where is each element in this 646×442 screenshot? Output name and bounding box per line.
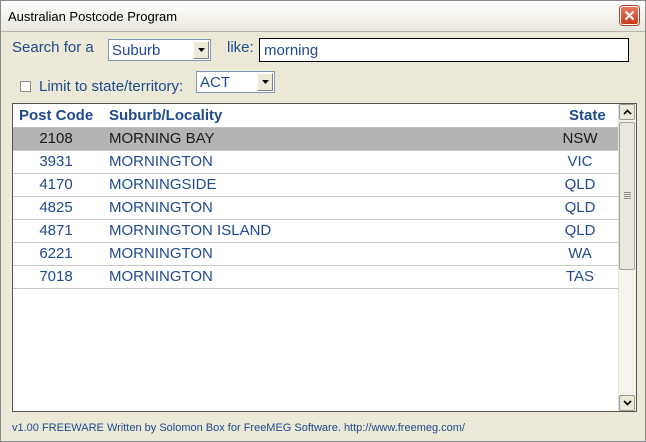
list-header: Post Code Suburb/Locality State	[13, 104, 619, 128]
cell-state: QLD	[564, 176, 596, 193]
cell-suburb: MORNINGTON ISLAND	[109, 222, 272, 239]
table-row[interactable]: 4871 MORNINGTON ISLAND QLD	[13, 220, 619, 243]
cell-suburb: MORNINGTON	[109, 153, 213, 170]
table-row[interactable]: 4825 MORNINGTON QLD	[13, 197, 619, 220]
cell-state: TAS	[565, 268, 595, 285]
state-dropdown-button[interactable]	[257, 73, 273, 91]
cell-state: WA	[568, 245, 592, 262]
search-field-dropdown-button[interactable]	[193, 41, 209, 59]
cell-suburb: MORNINGSIDE	[109, 176, 217, 193]
state-select-value: ACT	[200, 74, 230, 91]
list-scrollbar[interactable]	[618, 104, 636, 411]
like-label: like:	[227, 39, 254, 56]
search-input[interactable]	[259, 38, 629, 62]
cell-post-code: 4170	[39, 176, 73, 193]
limit-state-checkbox[interactable]	[20, 81, 31, 92]
cell-suburb: MORNINGTON	[109, 245, 213, 262]
cell-post-code: 6221	[39, 245, 73, 262]
cell-suburb: MORNINGTON	[109, 268, 213, 285]
footer-credits: v1.00 FREEWARE Written by Solomon Box fo…	[12, 422, 465, 434]
title-bar[interactable]: Australian Postcode Program	[1, 1, 645, 32]
arrow-up-icon	[623, 109, 632, 115]
header-state[interactable]: State	[569, 107, 606, 124]
scroll-up-button[interactable]	[619, 104, 635, 120]
cell-post-code: 2108	[39, 130, 73, 147]
scroll-down-button[interactable]	[619, 395, 635, 411]
limit-state-label: Limit to state/territory:	[39, 78, 184, 95]
cell-post-code: 7018	[39, 268, 73, 285]
close-icon	[624, 10, 635, 21]
table-row[interactable]: 4170 MORNINGSIDE QLD	[13, 174, 619, 197]
header-suburb[interactable]: Suburb/Locality	[109, 107, 222, 124]
cell-post-code: 4871	[39, 222, 73, 239]
window-title: Australian Postcode Program	[8, 9, 178, 24]
cell-state: NSW	[562, 130, 598, 147]
search-field-select[interactable]: Suburb	[108, 39, 211, 61]
table-row[interactable]: 6221 MORNINGTON WA	[13, 243, 619, 266]
cell-suburb: MORNINGTON	[109, 199, 213, 216]
cell-state: VIC	[567, 153, 593, 170]
table-row[interactable]: 7018 MORNINGTON TAS	[13, 266, 619, 289]
cell-state: QLD	[564, 222, 596, 239]
app-window: Australian Postcode Program Search for a…	[0, 0, 646, 442]
chevron-down-icon	[198, 48, 205, 52]
scroll-thumb[interactable]	[619, 122, 635, 270]
cell-suburb: MORNING BAY	[109, 130, 215, 147]
close-button[interactable]	[620, 6, 639, 25]
table-row[interactable]: 2108 MORNING BAY NSW	[13, 128, 619, 151]
cell-post-code: 3931	[39, 153, 73, 170]
state-select[interactable]: ACT	[196, 71, 275, 93]
search-for-label: Search for a	[12, 39, 94, 56]
cell-post-code: 4825	[39, 199, 73, 216]
arrow-down-icon	[623, 400, 632, 406]
table-row[interactable]: 3931 MORNINGTON VIC	[13, 151, 619, 174]
cell-state: QLD	[564, 199, 596, 216]
results-list[interactable]: Post Code Suburb/Locality State 2108 MOR…	[12, 103, 637, 412]
header-post-code[interactable]: Post Code	[19, 107, 93, 124]
chevron-down-icon	[262, 80, 269, 84]
search-field-value: Suburb	[112, 42, 161, 59]
